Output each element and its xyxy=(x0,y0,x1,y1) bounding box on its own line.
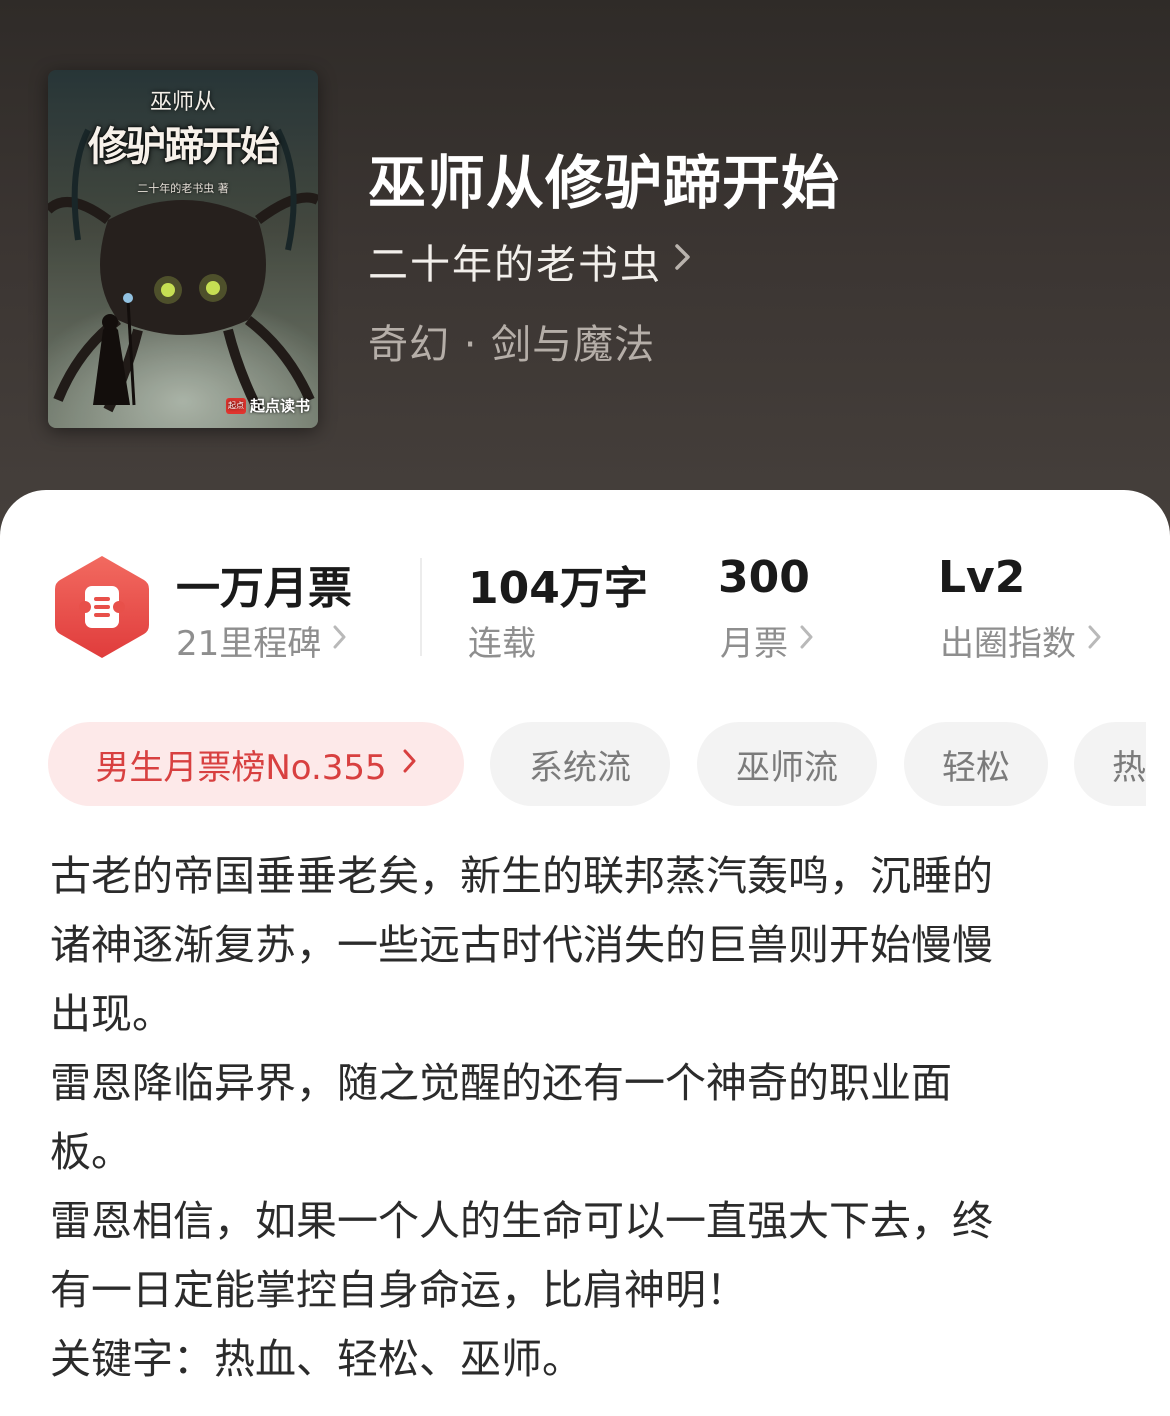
tag-relaxed[interactable]: 轻松 xyxy=(904,722,1048,806)
synopsis-line: 关键字：热血、轻松、巫师。 xyxy=(50,1335,583,1383)
book-cover[interactable]: 巫师从 修驴蹄开始 二十年的老书虫 著 起点 起点读书 xyxy=(48,70,318,428)
synopsis-line: 古老的帝国垂垂老矣，新生的联邦蒸汽轰鸣，沉睡的 xyxy=(50,852,993,900)
influence-level-value: Lv2 xyxy=(938,552,1026,603)
cover-title-small: 巫师从 xyxy=(149,90,216,115)
synopsis-line: 诸神逐渐复苏，一些远古时代消失的巨兽则开始慢慢 xyxy=(50,921,993,969)
book-detail-sheet: 一万月票 21里程碑 104万字 连载 300 月票 Lv2 出圈指数 男生月票 xyxy=(0,490,1170,1416)
synopsis-line: 出现。 xyxy=(50,990,173,1038)
influence-index-label: 出圈指数 xyxy=(940,624,1076,664)
cover-publisher: 起点 起点读书 xyxy=(225,395,310,416)
chevron-right-icon xyxy=(1088,625,1102,656)
milestone-label: 21里程碑 xyxy=(176,624,322,664)
serial-status-label: 连载 xyxy=(468,624,536,664)
publisher-name: 起点读书 xyxy=(249,397,310,415)
ranking-tag-label: 男生月票榜No.355 xyxy=(95,747,387,788)
book-synopsis: 古老的帝国垂垂老矣，新生的联邦蒸汽轰鸣，沉睡的 诸神逐渐复苏，一些远古时代消失的… xyxy=(50,842,1120,1394)
monthly-tickets-link[interactable]: 月票 xyxy=(720,616,814,665)
milestone-ticket-icon[interactable] xyxy=(54,554,150,660)
influence-index-link[interactable]: 出圈指数 xyxy=(940,616,1102,665)
milestone-title: 一万月票 xyxy=(176,563,352,614)
stats-row: 一万月票 21里程碑 104万字 连载 300 月票 Lv2 出圈指数 xyxy=(0,490,1170,690)
author-link[interactable]: 二十年的老书虫 xyxy=(368,232,692,290)
synopsis-line: 有一日定能掌控自身命运，比肩神明！ xyxy=(50,1266,747,1314)
tag-scroller[interactable]: 男生月票榜No.355 系统流 巫师流 轻松 热 xyxy=(0,722,1146,812)
chevron-right-icon xyxy=(403,749,417,780)
book-header: 巫师从 修驴蹄开始 二十年的老书虫 著 起点 起点读书 巫师从修驴蹄开始 二十年… xyxy=(0,0,1170,540)
monthly-tickets-label: 月票 xyxy=(720,624,788,664)
chevron-right-icon xyxy=(674,243,692,279)
tag-wizard[interactable]: 巫师流 xyxy=(697,722,877,806)
chevron-right-icon xyxy=(333,625,347,656)
author-name: 二十年的老书虫 xyxy=(368,242,662,288)
synopsis-line: 雷恩降临异界，随之觉醒的还有一个神奇的职业面 xyxy=(50,1059,952,1107)
cover-author: 二十年的老书虫 著 xyxy=(137,182,229,195)
stats-divider xyxy=(420,558,422,656)
monthly-tickets-value: 300 xyxy=(718,552,810,603)
word-count-value: 104万字 xyxy=(468,563,648,614)
milestone-link[interactable]: 21里程碑 xyxy=(176,616,347,665)
synopsis-line: 雷恩相信，如果一个人的生命可以一直强大下去，终 xyxy=(50,1197,993,1245)
tag-system[interactable]: 系统流 xyxy=(490,722,670,806)
book-title: 巫师从修驴蹄开始 xyxy=(368,149,841,217)
chevron-right-icon xyxy=(800,625,814,656)
synopsis-line: 板。 xyxy=(50,1128,132,1176)
ranking-tag[interactable]: 男生月票榜No.355 xyxy=(48,722,464,806)
publisher-logo-icon: 起点 xyxy=(225,397,246,414)
book-genre: 奇幻 · 剑与魔法 xyxy=(368,322,656,368)
cover-title-big: 修驴蹄开始 xyxy=(88,123,280,170)
tag-hot-blooded[interactable]: 热 xyxy=(1074,722,1146,806)
